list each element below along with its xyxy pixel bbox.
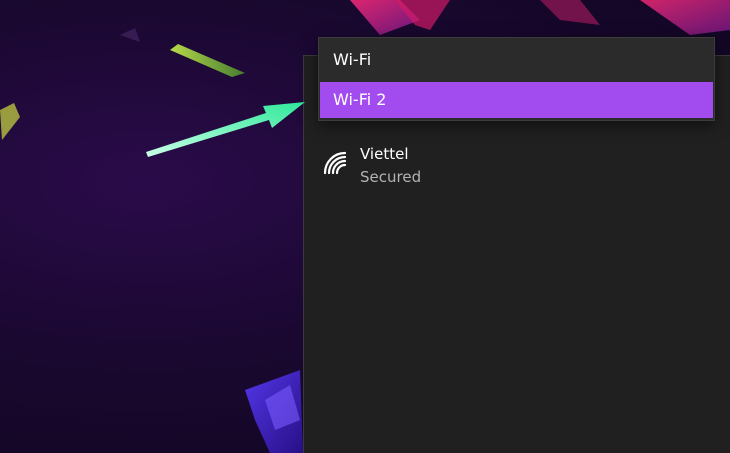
adapter-option-wifi[interactable]: Wi-Fi — [320, 42, 713, 78]
network-status: Secured — [360, 168, 422, 186]
adapter-dropdown-menu[interactable]: Wi-Fi Wi-Fi 2 — [318, 37, 715, 121]
wifi-signal-icon — [323, 151, 347, 175]
network-name: Viettel — [360, 145, 409, 163]
screenshot: Wi-Fi Wi-Fi 2 Viettel Secured — [0, 0, 730, 453]
adapter-option-wifi-2[interactable]: Wi-Fi 2 — [320, 82, 713, 118]
network-item-viettel[interactable]: Viettel Secured — [311, 138, 715, 194]
